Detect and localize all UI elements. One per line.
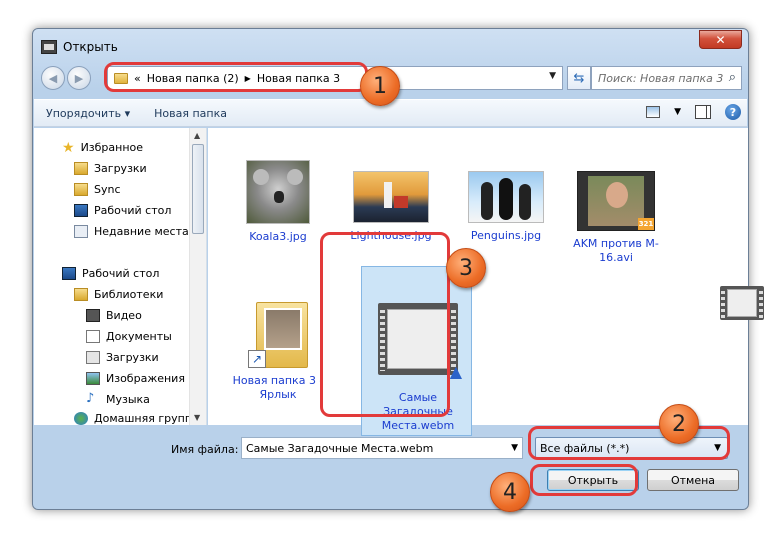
folder-shortcut-icon: ↗ (248, 296, 308, 368)
chevron-down-icon[interactable]: ▼ (511, 443, 518, 453)
sidebar-item-label: Рабочий стол (82, 267, 160, 280)
callout-4: 4 (490, 472, 530, 512)
sidebar-item-label: Sync (94, 183, 121, 196)
search-input[interactable]: Поиск: Новая папка 3 ⌕ (591, 66, 742, 90)
desktop-icon (74, 204, 88, 217)
callout-3: 3 (446, 248, 486, 288)
filename-label: Имя файла: (171, 443, 239, 456)
file-item[interactable]: 321 AKM против M-16.avi (561, 171, 671, 265)
sidebar-item-downloads[interactable]: Загрузки (74, 162, 147, 175)
sidebar-item-homegroup[interactable]: Домашняя группа (74, 412, 199, 425)
sidebar-item-pictures[interactable]: Изображения (86, 372, 185, 385)
search-placeholder: Поиск: Новая папка 3 (598, 71, 724, 85)
app-icon (41, 40, 57, 54)
file-item[interactable]: Penguins.jpg (451, 171, 561, 243)
preview-pane-icon[interactable] (695, 105, 711, 119)
sidebar-item-label: Библиотеки (94, 288, 164, 301)
filename-value: Самые Загадочные Места.webm (246, 441, 434, 455)
sidebar-item-recent-places[interactable]: Недавние места (74, 225, 189, 238)
filetype-highlight-ring (528, 426, 730, 460)
refresh-button[interactable]: ⇆ (567, 66, 591, 90)
sidebar-item-videos[interactable]: Видео (86, 309, 142, 322)
media-player-badge-icon: ▲ (449, 362, 462, 381)
file-name: Penguins.jpg (470, 229, 542, 242)
recent-places-icon (74, 225, 88, 238)
video-library-icon (86, 309, 100, 322)
file-name: AKM против M-16.avi (573, 237, 659, 264)
penguins-thumbnail (468, 171, 544, 223)
sidebar-item-libraries[interactable]: Библиотеки (74, 288, 163, 301)
sidebar-item-library-downloads[interactable]: Загрузки (86, 351, 159, 364)
scrollbar-thumb[interactable] (192, 144, 204, 234)
downloads-library-icon (86, 351, 100, 364)
scroll-up-icon[interactable]: ▲ (194, 131, 200, 140)
command-bar: Упорядочить ▾ Новая папка ▼ ? (34, 99, 747, 127)
homegroup-icon (74, 412, 88, 425)
downloads-folder-icon (74, 162, 88, 175)
sidebar-item-label: Загрузки (94, 162, 147, 175)
sidebar-item-label: Изображения (106, 372, 185, 385)
sidebar-item-label: Недавние места (94, 225, 189, 238)
koala-thumbnail (246, 160, 310, 224)
sidebar-item-label: Рабочий стол (94, 204, 172, 217)
cancel-button[interactable]: Отмена (647, 469, 739, 491)
sidebar-item-label: Музыка (106, 393, 150, 406)
sidebar-item-desktop[interactable]: Рабочий стол (74, 204, 171, 217)
organize-button[interactable]: Упорядочить ▾ (34, 107, 142, 120)
sidebar-item-music[interactable]: ♪ Музыка (86, 391, 150, 406)
title-bar: Открыть (41, 38, 118, 56)
navigation-pane: ★ Избранное Загрузки Sync Рабочий стол Н… (34, 128, 207, 425)
star-icon: ★ (62, 139, 75, 156)
search-icon[interactable]: ⌕ (729, 70, 736, 85)
change-view-icon[interactable] (646, 106, 661, 118)
sidebar-item-label: Домашняя группа (94, 412, 199, 425)
chevron-down-icon[interactable]: ▼ (549, 71, 556, 81)
sidebar-item-label: Избранное (80, 141, 144, 154)
file-highlight-ring (320, 232, 450, 417)
sidebar-scrollbar[interactable]: ▲ ▼ (189, 128, 206, 425)
sidebar-item-sync[interactable]: Sync (74, 183, 121, 196)
music-note-icon: ♪ (86, 391, 95, 406)
desktop-icon (62, 267, 76, 280)
callout-1: 1 (360, 66, 400, 106)
folder-icon (74, 183, 88, 196)
address-highlight-ring (104, 62, 368, 92)
sidebar-item-documents[interactable]: Документы (86, 330, 172, 343)
file-name: Koala3.jpg (249, 230, 307, 243)
back-button[interactable]: ◀ (41, 66, 65, 90)
libraries-icon (74, 288, 88, 301)
sidebar-item-label: Документы (106, 330, 172, 343)
open-button-highlight-ring (530, 464, 638, 496)
file-item[interactable]: ↗ Новая папка 3 - Ярлык (223, 296, 333, 402)
lighthouse-thumbnail (353, 171, 429, 223)
help-icon[interactable]: ? (725, 104, 741, 120)
sidebar-item-label: Видео (106, 309, 142, 322)
pictures-library-icon (86, 372, 100, 385)
sidebar-item-desktop-root[interactable]: Рабочий стол (62, 267, 159, 280)
file-item[interactable]: Koala3.jpg (223, 160, 333, 244)
new-folder-button[interactable]: Новая папка (142, 107, 239, 120)
filename-input[interactable]: Самые Загадочные Места.webm ▼ (241, 437, 523, 459)
window-title: Открыть (63, 40, 118, 54)
chevron-down-icon[interactable]: ▼ (674, 107, 681, 117)
file-name: Новая папка 3 - Ярлык (232, 374, 324, 401)
sidebar-item-label: Загрузки (106, 351, 159, 364)
close-button[interactable]: ✕ (699, 30, 742, 49)
sidebar-item-favorites[interactable]: ★ Избранное (62, 139, 144, 156)
scroll-down-icon[interactable]: ▼ (194, 413, 200, 422)
film-strip-icon (720, 286, 764, 320)
avi-video-thumbnail: 321 (577, 171, 655, 231)
callout-2: 2 (659, 404, 699, 444)
documents-library-icon (86, 330, 100, 343)
forward-button[interactable]: ▶ (67, 66, 91, 90)
